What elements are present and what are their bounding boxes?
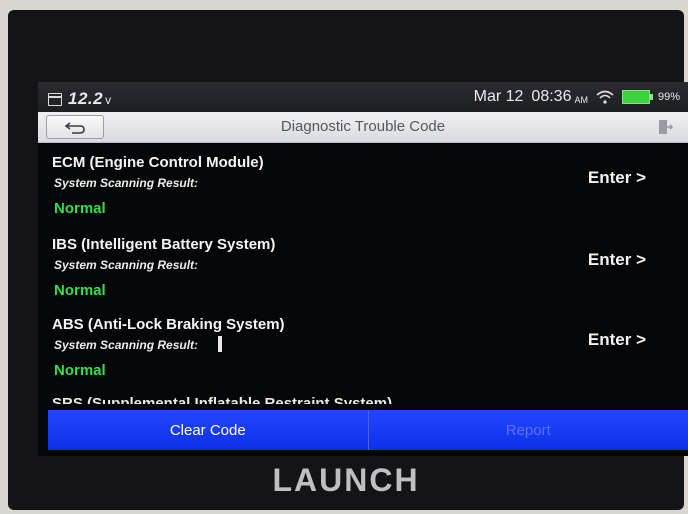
battery-percent: 99% bbox=[657, 91, 680, 103]
calendar-icon bbox=[48, 92, 62, 106]
partial-system-name: SRS (Supplemental Inflatable Restraint S… bbox=[52, 396, 392, 404]
list-item[interactable]: IBS (Intelligent Battery System) System … bbox=[38, 236, 688, 316]
action-bar: Clear Code Report bbox=[48, 410, 688, 450]
system-name: ECM (Engine Control Module) bbox=[52, 154, 264, 171]
clear-code-button[interactable]: Clear Code bbox=[48, 410, 368, 450]
scan-result-value: Normal bbox=[54, 282, 106, 299]
scan-result-label: System Scanning Result: bbox=[54, 176, 199, 190]
battery-icon bbox=[621, 90, 653, 104]
status-ampm: AM bbox=[574, 94, 588, 105]
status-bar: 12.2 v Mar 12 08:36 AM 99% bbox=[38, 82, 688, 112]
text-cursor bbox=[218, 336, 222, 352]
device-bezel: 12.2 v Mar 12 08:36 AM 99% Diagnostic Tr… bbox=[8, 10, 688, 510]
voltage-readout: 12.2 v bbox=[68, 89, 112, 108]
wifi-icon bbox=[596, 90, 614, 104]
title-bar: Diagnostic Trouble Code bbox=[38, 112, 688, 143]
scan-result-value: Normal bbox=[54, 362, 106, 379]
enter-button[interactable]: Enter > bbox=[588, 330, 646, 350]
system-name: IBS (Intelligent Battery System) bbox=[52, 236, 276, 253]
scan-result-label: System Scanning Result: bbox=[54, 338, 199, 352]
enter-button[interactable]: Enter > bbox=[588, 250, 646, 270]
brand-logo: LAUNCH bbox=[272, 462, 420, 498]
enter-button[interactable]: Enter > bbox=[588, 168, 646, 188]
page-title: Diagnostic Trouble Code bbox=[280, 118, 446, 135]
exit-icon[interactable] bbox=[656, 118, 674, 136]
status-time: 08:36 bbox=[531, 88, 572, 105]
report-button[interactable]: Report bbox=[367, 410, 688, 450]
scan-result-label: System Scanning Result: bbox=[54, 258, 199, 272]
list-item[interactable]: ABS (Anti-Lock Braking System) System Sc… bbox=[38, 316, 688, 396]
scan-result-value: Normal bbox=[54, 200, 106, 217]
status-date: Mar 12 bbox=[473, 88, 524, 105]
list-item[interactable]: ECM (Engine Control Module) System Scann… bbox=[38, 154, 688, 234]
screen: 12.2 v Mar 12 08:36 AM 99% Diagnostic Tr… bbox=[38, 82, 688, 456]
system-name: ABS (Anti-Lock Braking System) bbox=[52, 316, 285, 333]
